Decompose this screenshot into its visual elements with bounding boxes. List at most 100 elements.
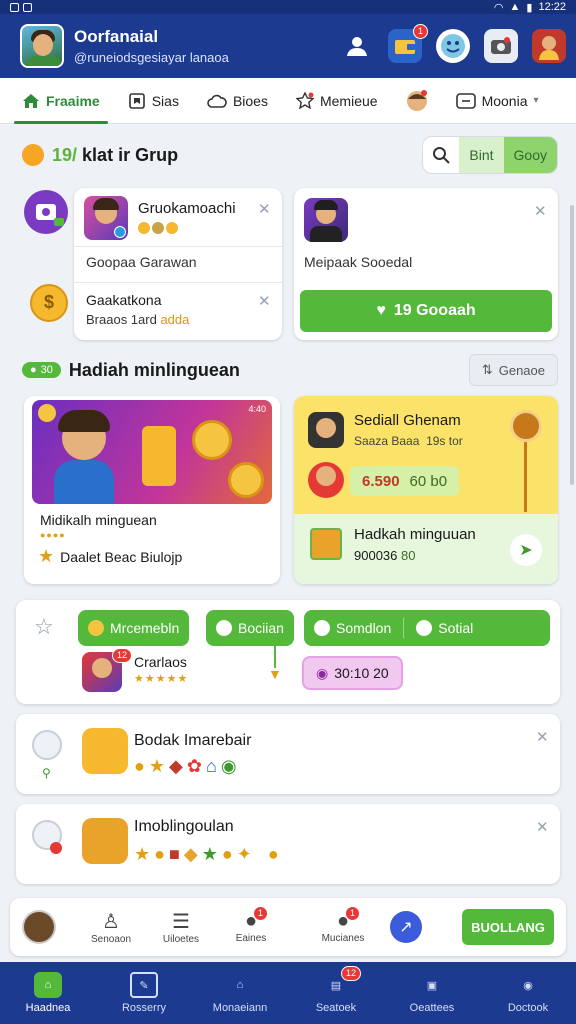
profile-name: Oorfanaial xyxy=(74,27,159,46)
section-title: 19/ klat ir Grup xyxy=(52,144,179,165)
document-icon: ☰ xyxy=(172,911,190,933)
nav-item-rosserry[interactable]: ✎ Rosserry xyxy=(99,972,189,1014)
rating-stars: ★★★★★ xyxy=(134,673,189,685)
dock-item-uiloetes[interactable]: ☰ Uiloetes xyxy=(146,909,216,945)
notification-icon xyxy=(23,2,32,12)
weekly-section-header: ● 30 Hadiah minlinguean ⇅ Genaoe xyxy=(22,354,558,386)
box-icon xyxy=(310,528,342,560)
nav-item-oeattees[interactable]: ▣ Oeattees xyxy=(387,972,477,1015)
nav-item-monaeiann[interactable]: ⌂ Monaeiann xyxy=(195,972,285,1014)
close-icon[interactable]: ✕ xyxy=(258,200,271,218)
join-button[interactable]: ♥ 19 Gooaah xyxy=(300,290,552,332)
chat-icon xyxy=(455,92,476,109)
reward-barrel-icon xyxy=(82,818,128,864)
home-icon xyxy=(23,93,39,108)
notification-icon xyxy=(10,2,19,12)
tab-avatar[interactable] xyxy=(392,78,442,124)
target-icon xyxy=(32,730,62,760)
people-icon[interactable] xyxy=(340,29,374,63)
wallet-icon[interactable]: 1 xyxy=(388,24,428,63)
weekly-reward-card[interactable]: 4:40 Midikalh minguean ●●●● ★ Daalet Bea… xyxy=(24,396,280,584)
store-icon: ⌂ xyxy=(236,979,244,991)
tab-label: Fraaime xyxy=(46,92,100,109)
tab-bioes[interactable]: Bioes xyxy=(193,78,282,124)
action-pill-3[interactable]: Somdlon Sotial xyxy=(304,610,550,646)
weekly-badge: ● 30 xyxy=(22,362,61,378)
tab-label: Bioes xyxy=(232,92,268,109)
dock-item-eaines[interactable]: ● 1 Eaines xyxy=(216,906,286,944)
build-button[interactable]: BUOLLANG xyxy=(462,909,554,945)
compass-icon[interactable]: ↗ xyxy=(390,911,422,943)
tab-home[interactable]: Fraaime xyxy=(8,78,114,124)
player-avatar xyxy=(308,462,344,498)
camera-icon[interactable] xyxy=(484,29,518,63)
user-avatar[interactable] xyxy=(22,910,56,944)
filter-segment[interactable]: Bint xyxy=(459,137,504,173)
search-icon[interactable] xyxy=(423,146,459,164)
meetup-card[interactable]: ✕ Meipaak Sooedal ♥ 19 Gooaah xyxy=(294,188,558,340)
reward-card[interactable]: Imoblingoulan ★ ● ■ ◆ ★ ● ✦ ● ✕ xyxy=(16,804,560,884)
actions-card: ☆ Mrcemebln Bociian Somdlon Sotial ▼ 12 … xyxy=(16,600,560,704)
star-icon: ★ xyxy=(38,546,55,566)
reward-card[interactable]: ⚲ Bodak Imarebair ● ★ ◆ ✿ ⌂ ◉ ✕ xyxy=(16,714,560,794)
action-pill-2[interactable]: Bociian xyxy=(206,610,294,646)
group-section-header: 19/ klat ir Grup Bint Gooy xyxy=(22,136,558,174)
battery-icon: ▮ xyxy=(526,1,533,14)
reward-items: ● ★ ◆ ✿ ⌂ ◉ xyxy=(134,756,237,776)
tab-memieue[interactable]: Memieue xyxy=(282,78,392,124)
clock: 12:22 xyxy=(538,1,566,13)
amount-chip: 6.590 60 b0 xyxy=(350,466,460,496)
pin-icon[interactable] xyxy=(510,410,542,442)
tab-moonia[interactable]: Moonia ▾ xyxy=(442,78,553,124)
item-title: Gaakatkona xyxy=(86,292,162,308)
group-avatar xyxy=(84,196,128,240)
chevron-down-icon: ▾ xyxy=(533,95,539,106)
close-icon[interactable]: ✕ xyxy=(536,728,549,746)
heart-icon: ♥ xyxy=(376,302,386,319)
close-icon[interactable]: ✕ xyxy=(534,202,547,220)
avatar-icon xyxy=(406,89,427,111)
weekly-banner: 4:40 xyxy=(32,400,272,504)
event-title: Sediall Ghenam xyxy=(354,412,461,429)
group-card[interactable]: Gruokamoachi ✕ Goopaa Garawan Gaakatkona… xyxy=(74,188,282,340)
nav-item-home[interactable]: ⌂ Haadnea xyxy=(3,972,93,1014)
bottom-nav: ⌂ Haadnea ✎ Rosserry ⌂ Monaeiann ▤ 12 Se… xyxy=(0,962,576,1024)
event-panel[interactable]: Sediall Ghenam Saaza Baaa 19s tor 6.590 … xyxy=(294,396,558,584)
app-header: Oorfanaial @runeiodsgesiayar lanaoa 1 xyxy=(0,14,576,78)
profile-avatar[interactable] xyxy=(20,24,64,68)
dock-item-mucianes[interactable]: ● 1 Mucianes xyxy=(308,906,378,944)
signal-icon: ▲ xyxy=(509,1,521,13)
event-sub: Saaza Baaa 19s tor xyxy=(354,434,463,448)
filter-button[interactable]: ⇅ Genaoe xyxy=(468,354,558,386)
badge-icons xyxy=(138,222,178,234)
filter-segment-active[interactable]: Gooy xyxy=(503,137,557,173)
clock-icon: ◉ xyxy=(316,664,329,681)
group-icon[interactable] xyxy=(24,190,68,234)
game-avatar-icon[interactable] xyxy=(532,29,566,63)
item-subtitle: Braaos 1ard adda xyxy=(86,312,190,327)
cloud-icon xyxy=(207,94,227,108)
close-icon[interactable]: ✕ xyxy=(258,292,271,310)
dock-item-senoaon[interactable]: ♙ Senoaon xyxy=(76,909,146,945)
scrollbar[interactable] xyxy=(570,205,574,485)
close-icon[interactable]: ✕ xyxy=(536,818,549,836)
event-avatar xyxy=(308,412,344,448)
edit-icon: ✎ xyxy=(130,972,158,998)
tab-label: Memieue xyxy=(319,92,378,109)
emoji-icon[interactable] xyxy=(436,29,470,63)
bottom-dock: ♙ Senoaon ☰ Uiloetes ● 1 Eaines ● 1 Muci… xyxy=(10,898,566,956)
arrow-icon[interactable]: ➤ xyxy=(510,534,542,566)
profile-handle: @runeiodsgesiayar lanaoa xyxy=(74,50,229,65)
status-right: ◠ ▲ ▮ 12:22 xyxy=(494,1,566,14)
meetup-label: Meipaak Sooedal xyxy=(304,254,413,270)
star-outline-icon[interactable]: ☆ xyxy=(34,614,54,640)
action-pill-1[interactable]: Mrcemebln xyxy=(78,610,190,646)
section-title: Hadiah minlinguean xyxy=(68,359,240,380)
weekly-sub: ★ Daalet Beac Biulojp xyxy=(38,546,183,566)
tab-sias[interactable]: Sias xyxy=(114,78,193,124)
tab-label: Moonia xyxy=(481,92,528,109)
nav-item-seatoek[interactable]: ▤ 12 Seatoek xyxy=(291,966,381,1014)
group-description: Goopaa Garawan xyxy=(86,254,197,270)
nav-item-doctook[interactable]: ◉ Doctook xyxy=(483,972,573,1015)
main-content: 19/ klat ir Grup Bint Gooy $ Gruokamoach… xyxy=(0,124,576,960)
